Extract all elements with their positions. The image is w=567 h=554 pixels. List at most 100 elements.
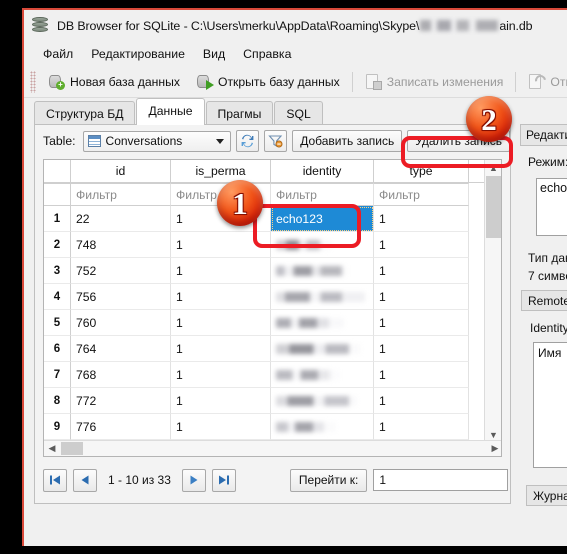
cell-type[interactable]: 1 (374, 232, 469, 258)
grid-vertical-scrollbar[interactable]: ▲ ▼ (484, 160, 501, 442)
cell-id[interactable]: 22 (71, 206, 171, 232)
clear-filter-button[interactable] (264, 130, 288, 152)
redacted-identity-value (276, 395, 357, 406)
table-row[interactable]: 9 776 1 1 (44, 414, 501, 440)
column-header-identity[interactable]: identity (271, 160, 374, 182)
cell-type[interactable]: 1 (374, 414, 469, 440)
cell-is-permanent[interactable]: 1 (171, 388, 271, 414)
cell-is-permanent[interactable]: 1 (171, 336, 271, 362)
cell-type[interactable]: 1 (374, 336, 469, 362)
row-number[interactable]: 2 (44, 232, 71, 258)
menu-item-file[interactable]: Файл (34, 44, 82, 64)
tab-browse-data[interactable]: Данные (136, 98, 205, 125)
table-select-dropdown[interactable]: Conversations (82, 130, 232, 152)
new-database-button[interactable]: + Новая база данных (40, 71, 188, 93)
table-row[interactable]: 4 756 1 1 (44, 284, 501, 310)
cell-type[interactable]: 1 (374, 284, 469, 310)
grid-vertical-scroll-thumb[interactable] (486, 176, 501, 238)
cell-identity[interactable]: echo123 (271, 206, 374, 232)
goto-page-input[interactable]: 1 (373, 469, 509, 491)
grid-horizontal-scroll-thumb[interactable] (61, 442, 83, 455)
cell-type[interactable]: 1 (374, 362, 469, 388)
write-changes-button[interactable]: Записать изменения (357, 71, 512, 93)
cell-id[interactable]: 768 (71, 362, 171, 388)
cell-value-editor[interactable]: echo (536, 178, 567, 236)
table-row[interactable]: 5 760 1 1 (44, 310, 501, 336)
cell-is-permanent[interactable]: 1 (171, 362, 271, 388)
cell-id[interactable]: 748 (71, 232, 171, 258)
column-header-is-permanent[interactable]: is_perma (171, 160, 271, 182)
column-header-type[interactable]: type (374, 160, 469, 182)
cell-id[interactable]: 776 (71, 414, 171, 440)
tab-execute-sql[interactable]: SQL (274, 101, 323, 126)
cell-is-permanent[interactable]: 1 (171, 258, 271, 284)
cell-identity[interactable] (271, 336, 374, 362)
cell-id[interactable]: 756 (71, 284, 171, 310)
redacted-path-segment (420, 20, 499, 31)
first-page-button[interactable] (43, 468, 67, 492)
cell-is-permanent[interactable]: 1 (171, 232, 271, 258)
table-row[interactable]: 6 764 1 1 (44, 336, 501, 362)
row-number[interactable]: 9 (44, 414, 71, 440)
row-number[interactable]: 1 (44, 206, 71, 232)
menu-item-help[interactable]: Справка (234, 44, 300, 64)
grid-corner-cell (44, 160, 71, 182)
filter-input-identity[interactable]: Фильтр (271, 183, 374, 206)
cell-identity[interactable] (271, 388, 374, 414)
menu-item-edit[interactable]: Редактирование (82, 44, 194, 64)
cell-identity[interactable] (271, 258, 374, 284)
row-number[interactable]: 8 (44, 388, 71, 414)
cell-type[interactable]: 1 (374, 206, 469, 232)
cell-id[interactable]: 760 (71, 310, 171, 336)
add-record-button[interactable]: Добавить запись (292, 130, 403, 152)
goto-page-button[interactable]: Перейти к: (289, 468, 368, 492)
cell-is-permanent[interactable]: 1 (171, 310, 271, 336)
row-number[interactable]: 5 (44, 310, 71, 336)
next-page-button[interactable] (181, 468, 206, 492)
menu-item-view[interactable]: Вид (194, 44, 234, 64)
toolbar-drag-handle[interactable] (30, 70, 36, 93)
scroll-left-icon[interactable]: ◀ (44, 441, 60, 456)
table-row[interactable]: 7 768 1 1 (44, 362, 501, 388)
remote-tab[interactable]: Remote (521, 290, 567, 311)
cell-identity[interactable] (271, 362, 374, 388)
filter-input-type[interactable]: Фильтр (374, 183, 469, 206)
cell-id[interactable]: 772 (71, 388, 171, 414)
scroll-up-icon[interactable]: ▲ (485, 160, 501, 175)
cell-identity[interactable] (271, 232, 374, 258)
cell-identity[interactable] (271, 310, 374, 336)
toolbar-separator (351, 71, 353, 92)
row-number[interactable]: 6 (44, 336, 71, 362)
tab-db-structure[interactable]: Структура БД (34, 101, 136, 126)
cell-is-permanent[interactable]: 1 (171, 414, 271, 440)
tab-pragmas[interactable]: Прагмы (205, 101, 274, 126)
row-number[interactable]: 7 (44, 362, 71, 388)
scroll-right-icon[interactable]: ▶ (487, 441, 501, 456)
journal-tab[interactable]: Журнал (526, 485, 567, 506)
row-number[interactable]: 3 (44, 258, 71, 284)
grid-horizontal-scrollbar[interactable]: ◀ ▶ (44, 440, 501, 456)
cell-type[interactable]: 1 (374, 388, 469, 414)
cell-type[interactable]: 1 (374, 310, 469, 336)
cell-id[interactable]: 764 (71, 336, 171, 362)
refresh-button[interactable] (236, 130, 260, 152)
table-row[interactable]: 1 22 1 echo123 1 (44, 206, 501, 232)
open-database-button[interactable]: Открыть базу данных (188, 71, 348, 93)
column-header-id[interactable]: id (71, 160, 171, 182)
table-row[interactable]: 3 752 1 1 (44, 258, 501, 284)
table-row[interactable]: 8 772 1 1 (44, 388, 501, 414)
annotation-badge-two: 2 (466, 96, 512, 142)
revert-changes-button[interactable]: Отменить и (520, 71, 567, 93)
cell-identity[interactable] (271, 414, 374, 440)
cell-identity[interactable] (271, 284, 374, 310)
table-row[interactable]: 2 748 1 1 (44, 232, 501, 258)
cell-type[interactable]: 1 (374, 258, 469, 284)
row-number[interactable]: 4 (44, 284, 71, 310)
cell-id[interactable]: 752 (71, 258, 171, 284)
last-page-button[interactable] (211, 468, 236, 492)
edit-database-cell-tab[interactable]: Редактир (520, 124, 567, 146)
previous-page-button[interactable] (73, 468, 97, 492)
cell-is-permanent[interactable]: 1 (171, 284, 271, 310)
identity-name-list[interactable]: Имя (533, 342, 567, 468)
filter-input-id[interactable]: Фильтр (71, 183, 171, 206)
